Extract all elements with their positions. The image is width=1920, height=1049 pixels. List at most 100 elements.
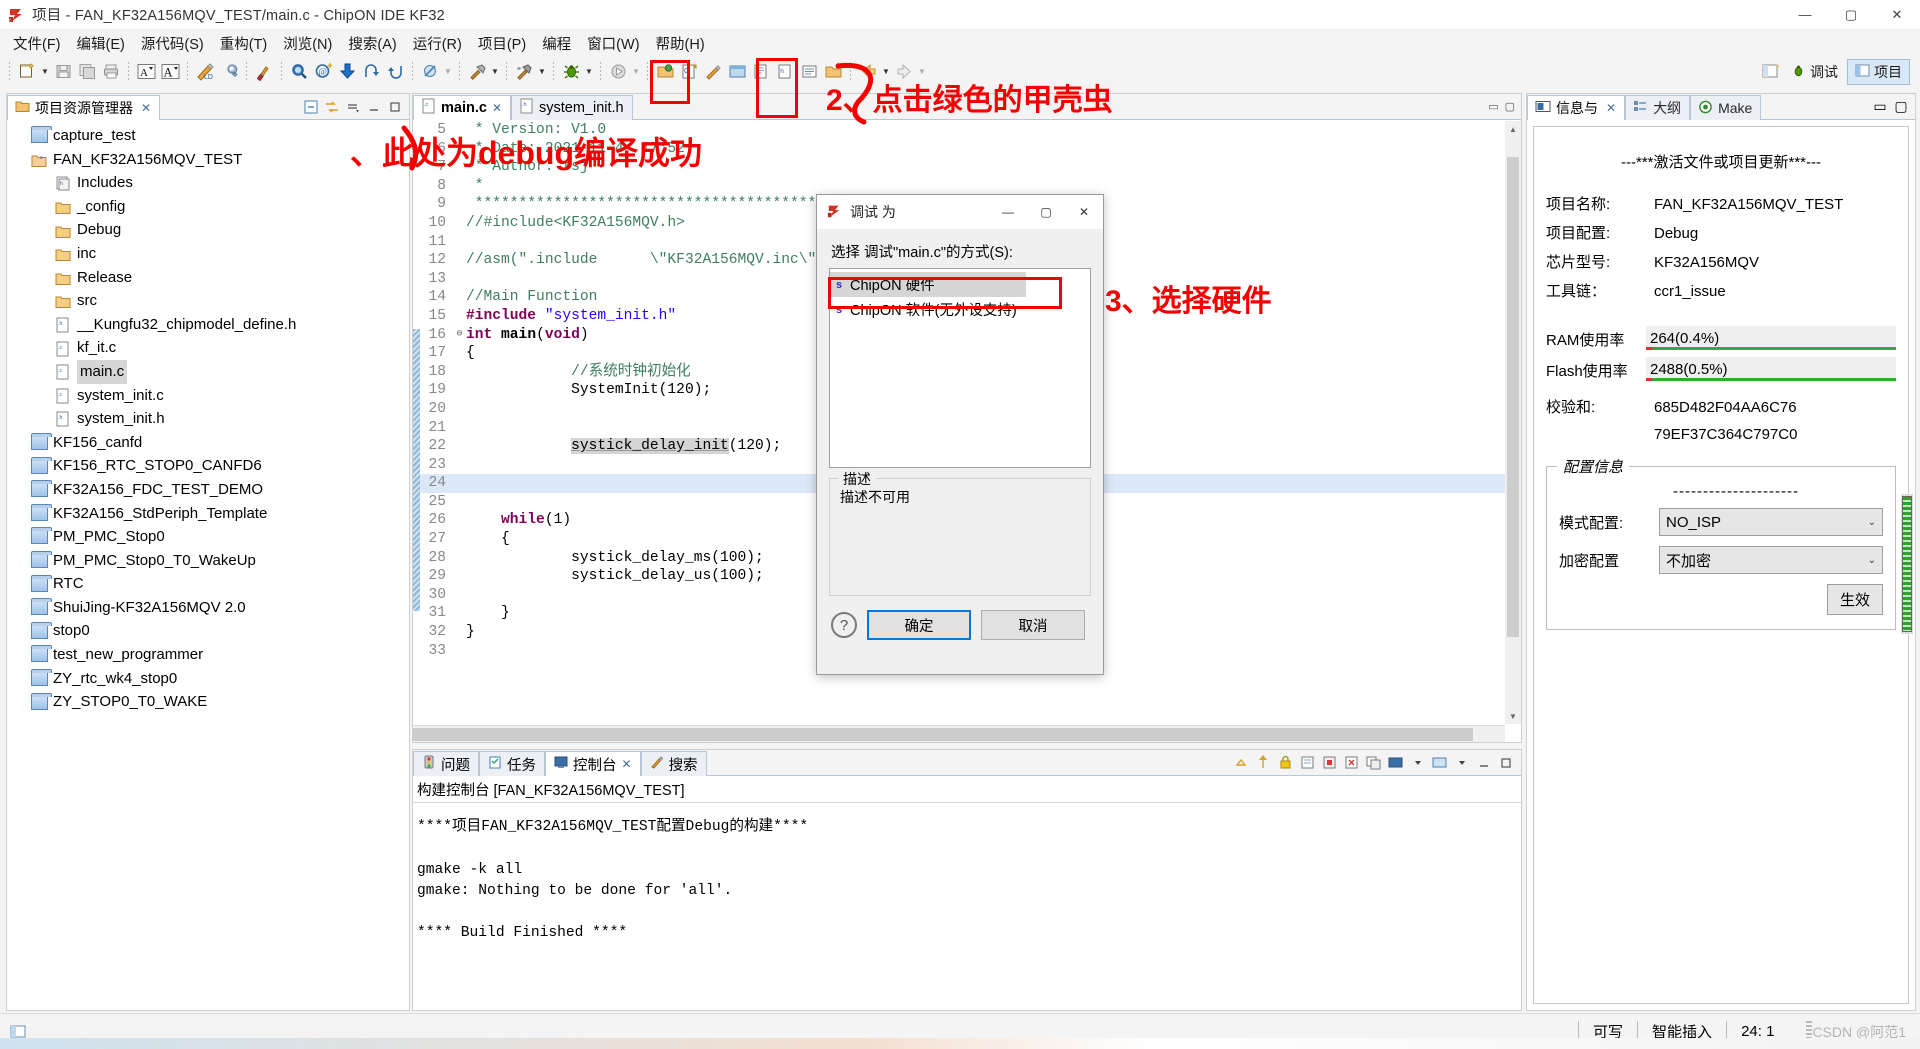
tree-item[interactable]: ZY_rtc_wk4_stop0 (9, 667, 409, 691)
tree-item[interactable]: RTC (9, 572, 409, 596)
wrench-icon[interactable] (217, 60, 241, 84)
tree-item[interactable]: test_new_programmer (9, 643, 409, 667)
terminate-icon[interactable] (1320, 753, 1339, 772)
build2-dropdown-icon[interactable]: ▼ (536, 60, 548, 84)
lock-scroll-icon[interactable] (1276, 753, 1295, 772)
project-tree[interactable]: capture_test c FAN_KF32A156MQV_TEST h Includ… (7, 120, 409, 1009)
run-icon[interactable] (606, 60, 630, 84)
open-console-icon[interactable] (1386, 753, 1405, 772)
menu-edit[interactable]: 编辑(E) (69, 31, 133, 56)
tree-item[interactable]: Release (9, 266, 409, 290)
dialog-close-button[interactable]: ✕ (1065, 195, 1103, 229)
maximize-button[interactable]: ▢ (1828, 0, 1874, 30)
scrollbar-thumb[interactable] (1902, 496, 1912, 632)
menu-file[interactable]: 文件(F) (5, 31, 69, 56)
scroll-lock-icon[interactable] (1232, 753, 1251, 772)
open-type-icon[interactable]: @ (311, 60, 335, 84)
menu-project[interactable]: 项目(P) (470, 31, 534, 56)
step-into-icon[interactable] (383, 60, 407, 84)
pin-console-icon[interactable] (1254, 753, 1273, 772)
terminal-icon[interactable] (725, 60, 749, 84)
build-hammer2-icon[interactable] (512, 60, 536, 84)
download-icon[interactable] (335, 60, 359, 84)
fold-marker-icon[interactable]: ⊖ (453, 326, 466, 345)
new-dropdown-icon[interactable]: ▼ (39, 60, 51, 84)
tree-item[interactable]: KF156_canfd (9, 431, 409, 455)
toggle-ascii-icon[interactable]: A (134, 60, 158, 84)
tree-item[interactable]: PM_PMC_Stop0_T0_WakeUp (9, 549, 409, 573)
maximize-console-icon[interactable] (1496, 753, 1515, 772)
remove-all-consoles-icon[interactable] (1364, 753, 1383, 772)
tree-item[interactable]: .h __Kungfu32_chipmodel_define.h (9, 313, 409, 337)
clear-console-icon[interactable] (1298, 753, 1317, 772)
ok-button[interactable]: 确定 (867, 610, 971, 640)
tree-item[interactable]: ShuiJing-KF32A156MQV 2.0 (9, 596, 409, 620)
search-icon[interactable] (287, 60, 311, 84)
minimize-editor-icon[interactable]: ▭ (1488, 100, 1498, 113)
maximize-view-icon[interactable]: ▢ (1892, 98, 1910, 116)
apply-button[interactable]: 生效 (1826, 584, 1883, 615)
step-return-icon[interactable] (359, 60, 383, 84)
menu-search[interactable]: 搜索(A) (340, 31, 404, 56)
tree-item[interactable]: capture_test (9, 124, 409, 148)
editor-tab-main-c[interactable]: .c main.c ✕ (413, 95, 511, 120)
tree-item[interactable]: h Includes (9, 171, 409, 195)
close-button[interactable]: ✕ (1874, 0, 1920, 30)
tree-item[interactable]: inc (9, 242, 409, 266)
tree-item[interactable]: Debug (9, 218, 409, 242)
editor-vertical-scrollbar[interactable]: ▲ ▼ (1505, 121, 1521, 724)
collapse-all-icon[interactable] (302, 98, 320, 116)
encryption-config-select[interactable]: 不加密 ⌄ (1659, 546, 1883, 574)
tree-item[interactable]: .c system_init.c (9, 384, 409, 408)
perspective-debug[interactable]: 调试 (1784, 60, 1845, 84)
close-icon[interactable]: ✕ (141, 101, 151, 115)
menu-window[interactable]: 窗口(W) (579, 31, 647, 56)
tab-project-explorer[interactable]: 项目资源管理器 ✕ (7, 95, 161, 120)
close-icon[interactable]: ✕ (622, 757, 632, 771)
dialog-maximize-button[interactable]: ▢ (1027, 195, 1065, 229)
close-icon[interactable]: ✕ (492, 101, 502, 115)
tree-item[interactable]: PM_PMC_Stop0 (9, 525, 409, 549)
scrollbar-thumb[interactable] (1507, 157, 1519, 637)
mode-config-select[interactable]: NO_ISP ⌄ (1659, 508, 1883, 536)
remove-console-icon[interactable] (1342, 753, 1361, 772)
tab-outline[interactable]: 大纲 (1625, 95, 1691, 120)
minimize-console-icon[interactable] (1474, 753, 1493, 772)
menu-refactor[interactable]: 重构(T) (212, 31, 276, 56)
skip-dropdown-icon[interactable]: ▼ (442, 60, 454, 84)
menu-run[interactable]: 运行(R) (405, 31, 470, 56)
tree-item[interactable]: src (9, 289, 409, 313)
tree-item[interactable]: stop0 (9, 619, 409, 643)
menu-help[interactable]: 帮助(H) (648, 31, 713, 56)
editor-tab-system-init-h[interactable]: .h system_init.h (511, 95, 633, 120)
scroll-up-icon[interactable]: ▲ (1505, 121, 1521, 137)
help-icon[interactable]: ? (831, 612, 857, 638)
tab-make[interactable]: Make (1690, 95, 1762, 120)
display-selected-console-icon[interactable] (1430, 753, 1449, 772)
tab-info[interactable]: 信息与 ✕ (1527, 95, 1626, 120)
minimize-view-icon[interactable]: ▭ (1871, 98, 1889, 116)
dialog-minimize-button[interactable]: — (989, 195, 1027, 229)
tree-item[interactable]: c FAN_KF32A156MQV_TEST (9, 148, 409, 172)
tab-problems[interactable]: 问题 (413, 751, 479, 776)
debug-bug-icon[interactable] (559, 60, 583, 84)
link-with-editor-icon[interactable] (323, 98, 341, 116)
tree-item[interactable]: KF32A156_StdPeriph_Template (9, 502, 409, 526)
editor-horizontal-scrollbar[interactable] (413, 725, 1505, 742)
tree-item[interactable]: .c kf_it.c (9, 336, 409, 360)
tree-item[interactable]: ZY_STOP0_T0_WAKE (9, 690, 409, 714)
tree-item[interactable]: .c main.c (9, 359, 409, 384)
tab-console[interactable]: 控制台 ✕ (545, 751, 641, 776)
cancel-button[interactable]: 取消 (981, 610, 1085, 640)
console-menu-dropdown-icon[interactable] (1452, 753, 1471, 772)
tree-item[interactable]: _config (9, 195, 409, 219)
pencil-ruler-icon[interactable]: LD (193, 60, 217, 84)
close-icon[interactable]: ✕ (1606, 101, 1616, 115)
minimize-view-icon[interactable] (365, 98, 383, 116)
tree-item[interactable]: .h system_init.h (9, 407, 409, 431)
debug-dropdown-icon[interactable]: ▼ (583, 60, 595, 84)
toggle-caps-icon[interactable]: A (158, 60, 182, 84)
menu-source[interactable]: 源代码(S) (133, 31, 212, 56)
tab-tasks[interactable]: 任务 (479, 751, 545, 776)
skip-breakpoints-icon[interactable] (418, 60, 442, 84)
